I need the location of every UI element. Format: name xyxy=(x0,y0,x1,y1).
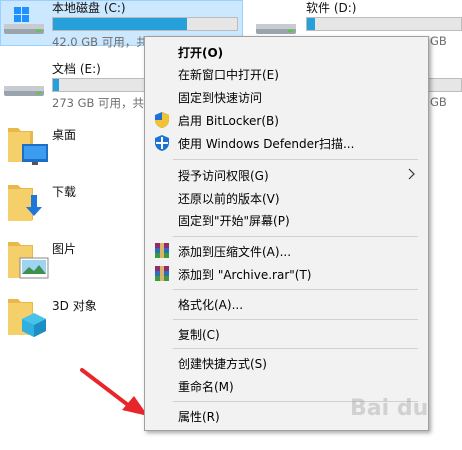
menu-item-open[interactable]: 打开(O) xyxy=(145,41,428,63)
hard-drive-icon xyxy=(4,86,44,96)
winrar-icon xyxy=(155,266,169,281)
menu-item-bitlocker[interactable]: 启用 BitLocker(B) xyxy=(145,109,428,131)
menu-item-properties-label: 属性(R) xyxy=(178,410,220,424)
menu-item-bitlocker-label: 启用 BitLocker(B) xyxy=(178,114,279,128)
menu-item-create-shortcut[interactable]: 创建快捷方式(S) xyxy=(145,352,428,374)
chevron-right-icon xyxy=(408,168,415,180)
annotation-arrow xyxy=(80,368,148,416)
menu-item-pin-start[interactable]: 固定到"开始"屏幕(P) xyxy=(145,209,428,231)
3d-objects-folder-icon xyxy=(8,299,46,337)
menu-item-create-shortcut-label: 创建快捷方式(S) xyxy=(178,357,267,371)
defender-icon xyxy=(155,135,169,151)
menu-item-copy[interactable]: 复制(C) xyxy=(145,323,428,345)
menu-item-format[interactable]: 格式化(A)... xyxy=(145,293,428,315)
menu-item-give-access[interactable]: 授予访问权限(G) xyxy=(145,164,428,186)
menu-separator xyxy=(173,319,418,320)
drive-d-usage-fill xyxy=(307,18,315,30)
winrar-icon xyxy=(155,243,169,258)
drive-d-name: 软件 (D:) xyxy=(306,1,357,15)
drive-e-info: 273 GB 可用，共 xyxy=(52,96,145,110)
menu-item-restore-versions[interactable]: 还原以前的版本(V) xyxy=(145,187,428,209)
folder-3d-objects[interactable]: 3D 对象 xyxy=(0,289,140,341)
menu-separator xyxy=(173,289,418,290)
menu-separator xyxy=(173,236,418,237)
menu-item-defender-scan-label: 使用 Windows Defender扫描... xyxy=(178,137,355,151)
menu-item-open-new-window[interactable]: 在新窗口中打开(E) xyxy=(145,63,428,85)
menu-item-pin-start-label: 固定到"开始"屏幕(P) xyxy=(178,214,290,228)
folder-desktop-label: 桌面 xyxy=(52,128,77,142)
drive-c-name: 本地磁盘 (C:) xyxy=(52,1,126,15)
pictures-folder-icon xyxy=(8,242,49,279)
menu-separator xyxy=(173,348,418,349)
menu-item-copy-label: 复制(C) xyxy=(178,328,220,342)
menu-item-format-label: 格式化(A)... xyxy=(178,298,244,312)
folder-pictures[interactable]: 图片 xyxy=(0,232,140,284)
drive-c-usage-bar xyxy=(52,17,238,31)
folder-downloads-label: 下载 xyxy=(52,185,77,199)
menu-item-pin-quick-access[interactable]: 固定到快速访问 xyxy=(145,86,428,108)
menu-item-pin-quick-access-label: 固定到快速访问 xyxy=(178,91,263,105)
drive-e-usage-fill xyxy=(53,79,59,91)
menu-item-open-new-window-label: 在新窗口中打开(E) xyxy=(178,68,279,82)
downloads-folder-icon xyxy=(8,185,42,221)
menu-item-rename-label: 重命名(M) xyxy=(178,380,234,394)
menu-item-restore-versions-label: 还原以前的版本(V) xyxy=(178,192,280,206)
folder-pictures-label: 图片 xyxy=(52,242,77,256)
menu-item-add-archive-label: 添加到压缩文件(A)... xyxy=(178,245,292,259)
hard-drive-windows-icon xyxy=(4,7,44,34)
menu-item-defender-scan[interactable]: 使用 Windows Defender扫描... xyxy=(145,132,428,154)
menu-item-add-archive-rar[interactable]: 添加到 "Archive.rar"(T) xyxy=(145,263,428,285)
shield-icon xyxy=(155,112,169,128)
folder-downloads[interactable]: 下载 xyxy=(0,175,140,227)
menu-item-rename[interactable]: 重命名(M) xyxy=(145,375,428,397)
menu-separator xyxy=(173,159,418,160)
menu-item-add-archive[interactable]: 添加到压缩文件(A)... xyxy=(145,240,428,262)
folder-3d-objects-label: 3D 对象 xyxy=(52,299,97,313)
menu-item-add-archive-rar-label: 添加到 "Archive.rar"(T) xyxy=(178,268,312,282)
menu-item-open-label: 打开(O) xyxy=(178,46,224,60)
context-menu: 打开(O) 在新窗口中打开(E) 固定到快速访问 启用 BitLocker(B)… xyxy=(144,36,429,431)
drive-c-usage-fill xyxy=(53,18,188,30)
menu-item-give-access-label: 授予访问权限(G) xyxy=(178,169,269,183)
drive-e-name: 文档 (E:) xyxy=(52,62,101,76)
desktop-folder-icon xyxy=(8,128,48,165)
drive-c-info: 42.0 GB 可用，共 xyxy=(52,35,148,49)
watermark: Bai du xyxy=(350,396,429,421)
drive-d-usage-bar xyxy=(306,17,462,31)
drive-f-info: GB xyxy=(430,95,447,109)
drive-d-info: GB xyxy=(430,34,447,48)
folder-desktop[interactable]: 桌面 xyxy=(0,118,140,170)
hard-drive-icon xyxy=(256,24,296,34)
